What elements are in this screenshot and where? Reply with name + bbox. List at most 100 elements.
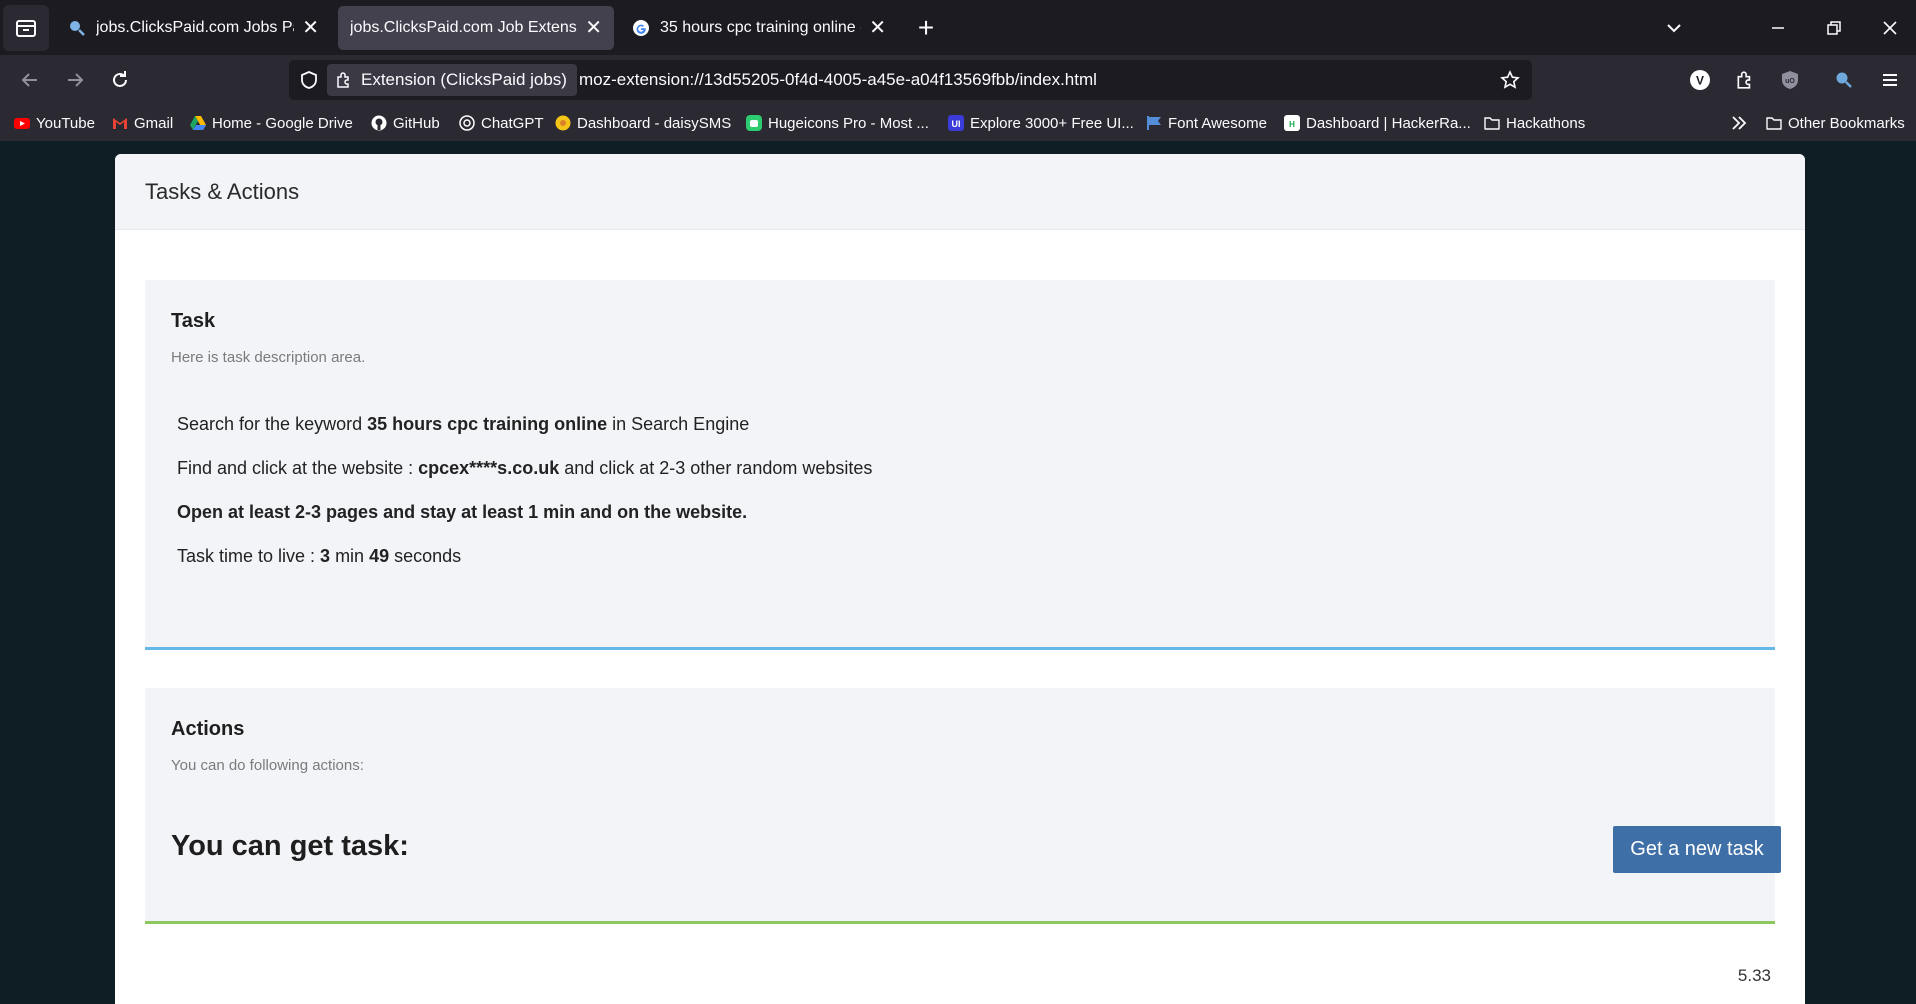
tracking-protection-button[interactable] [297,68,321,92]
minimize-button[interactable] [1760,10,1796,46]
task-text: seconds [389,546,462,566]
bookmark-label: Dashboard - daisySMS [577,114,732,132]
extension-chip-label: Extension (ClicksPaid jobs) [361,70,567,89]
get-new-task-button[interactable]: Get a new task [1613,826,1781,873]
task-website-line: Find and click at the website : cpcex***… [177,458,872,479]
task-instruction-line: Open at least 2-3 pages and stay at leas… [177,502,747,523]
bookmark-explore-ui[interactable]: UI Explore 3000+ Free UI... [948,113,1134,133]
bookmark-font-awesome[interactable]: Font Awesome [1146,113,1267,133]
puzzle-piece-icon [337,72,349,88]
bookmark-label: YouTube [36,114,95,132]
app-menu-button[interactable] [1872,62,1908,98]
bookmark-hugeicons[interactable]: Hugeicons Pro - Most ... [746,113,929,133]
flag-icon [1147,116,1161,130]
tab-list-button[interactable] [3,5,49,51]
svg-text:UI: UI [952,119,961,129]
task-instruction: Open at least 2-3 pages and stay at leas… [177,502,748,522]
arrow-right-icon [68,73,84,87]
folder-icon [1484,117,1500,130]
task-text: in Search Engine [607,414,750,434]
bookmark-hackerrank[interactable]: H Dashboard | HackerRa... [1284,113,1471,133]
youtube-icon [14,118,30,129]
reload-button[interactable] [102,62,138,98]
github-icon [371,115,387,131]
bookmark-github[interactable]: GitHub [371,113,440,133]
close-icon [1883,21,1897,35]
restore-button[interactable] [1816,10,1852,46]
bookmark-label: Explore 3000+ Free UI... [970,114,1134,132]
close-tab-icon[interactable]: ✕ [869,18,886,38]
task-text: and click at 2-3 other random websites [559,458,873,478]
task-card: Task Here is task description area. Sear… [145,280,1775,650]
ublock-button[interactable]: uO [1772,62,1808,98]
search-icon [1836,72,1852,88]
svg-text:uO: uO [1785,78,1795,85]
chatgpt-icon [459,115,475,131]
extensions-button[interactable] [1727,62,1763,98]
forward-button[interactable] [57,62,93,98]
bookmark-youtube[interactable]: YouTube [14,113,95,133]
actions-card: Actions You can do following actions: Yo… [145,688,1781,924]
url-bar[interactable]: Extension (ClicksPaid jobs) moz-extensio… [289,60,1532,100]
search-extension-button[interactable] [1826,62,1862,98]
shield-icon [301,71,317,89]
reload-icon [113,71,127,87]
close-tab-icon[interactable]: ✕ [585,18,602,38]
bookmark-chatgpt[interactable]: ChatGPT [459,113,544,133]
url-text[interactable]: moz-extension://13d55205-0f4d-4005-a45e-… [579,70,1097,90]
close-window-button[interactable] [1872,10,1908,46]
chevron-down-icon [1667,24,1681,33]
svg-text:V: V [1696,74,1704,88]
gmail-icon [113,118,127,129]
tab-jobs-panel[interactable]: jobs.ClicksPaid.com Jobs Panel ✕ [56,6,331,50]
close-tab-icon[interactable]: ✕ [302,18,319,38]
bookmark-label: Other Bookmarks [1788,114,1905,132]
daisy-flower-icon [555,115,571,131]
bookmark-google-drive[interactable]: Home - Google Drive [190,113,353,133]
tab-title: 35 hours cpc training online - G [660,19,862,36]
bookmark-gmail[interactable]: Gmail [112,113,173,133]
ttl-seconds: 49 [369,546,390,566]
ublock-shield-icon: uO [1782,71,1798,89]
hackerrank-icon: H [1284,115,1300,131]
actions-subtitle: You can do following actions: [171,757,364,774]
double-chevron-right-icon [1732,116,1747,130]
v-badge-icon: V [1690,70,1710,90]
task-title: Task [171,310,216,332]
task-text: Search for the keyword [177,414,368,434]
task-keyword-line: Search for the keyword 35 hours cpc trai… [177,414,749,435]
search-favicon-icon [70,21,85,36]
bookmark-label: Hackathons [1506,114,1586,132]
bookmarks-toolbar: YouTube Gmail Home - Google Drive GitHub… [0,105,1916,141]
bookmark-label: GitHub [393,114,440,132]
bookmark-star-button[interactable] [1498,68,1522,92]
list-all-tabs-button[interactable] [1656,10,1692,46]
task-text: min [330,546,370,566]
star-icon [1500,70,1520,89]
google-drive-icon [190,116,206,130]
restore-icon [1827,21,1841,35]
back-button[interactable] [12,62,48,98]
tab-list-icon [16,20,36,37]
bookmark-hackathons-folder[interactable]: Hackathons [1484,113,1585,133]
task-ttl-line: Task time to live : 3 min 49 seconds [177,546,461,567]
bookmark-label: Hugeicons Pro - Most ... [768,114,929,132]
tasks-panel: Tasks & Actions Task Here is task descri… [115,154,1805,1004]
task-website: cpcex****s.co.uk [418,458,560,478]
folder-icon [1766,117,1782,130]
ttl-minutes: 3 [320,546,331,566]
extension-identity-chip[interactable]: Extension (ClicksPaid jobs) [327,64,577,96]
tab-google-search[interactable]: 35 hours cpc training online - G ✕ [620,6,898,50]
tab-title: jobs.ClicksPaid.com Jobs Panel [96,19,294,36]
hamburger-menu-icon [1883,74,1897,86]
bookmark-daisysms[interactable]: Dashboard - daisySMS [555,113,731,133]
vpn-extension-button[interactable]: V [1682,62,1718,98]
more-bookmarks-button[interactable] [1730,113,1748,133]
actions-title: Actions [171,718,245,740]
task-text: Find and click at the website : [177,458,419,478]
other-bookmarks-folder[interactable]: Other Bookmarks [1766,113,1905,133]
google-favicon-icon [633,20,649,36]
tab-job-extension[interactable]: jobs.ClicksPaid.com Job Extension ✕ [338,6,614,50]
new-tab-button[interactable]: + [910,12,942,44]
task-keyword: 35 hours cpc training online [367,414,608,434]
